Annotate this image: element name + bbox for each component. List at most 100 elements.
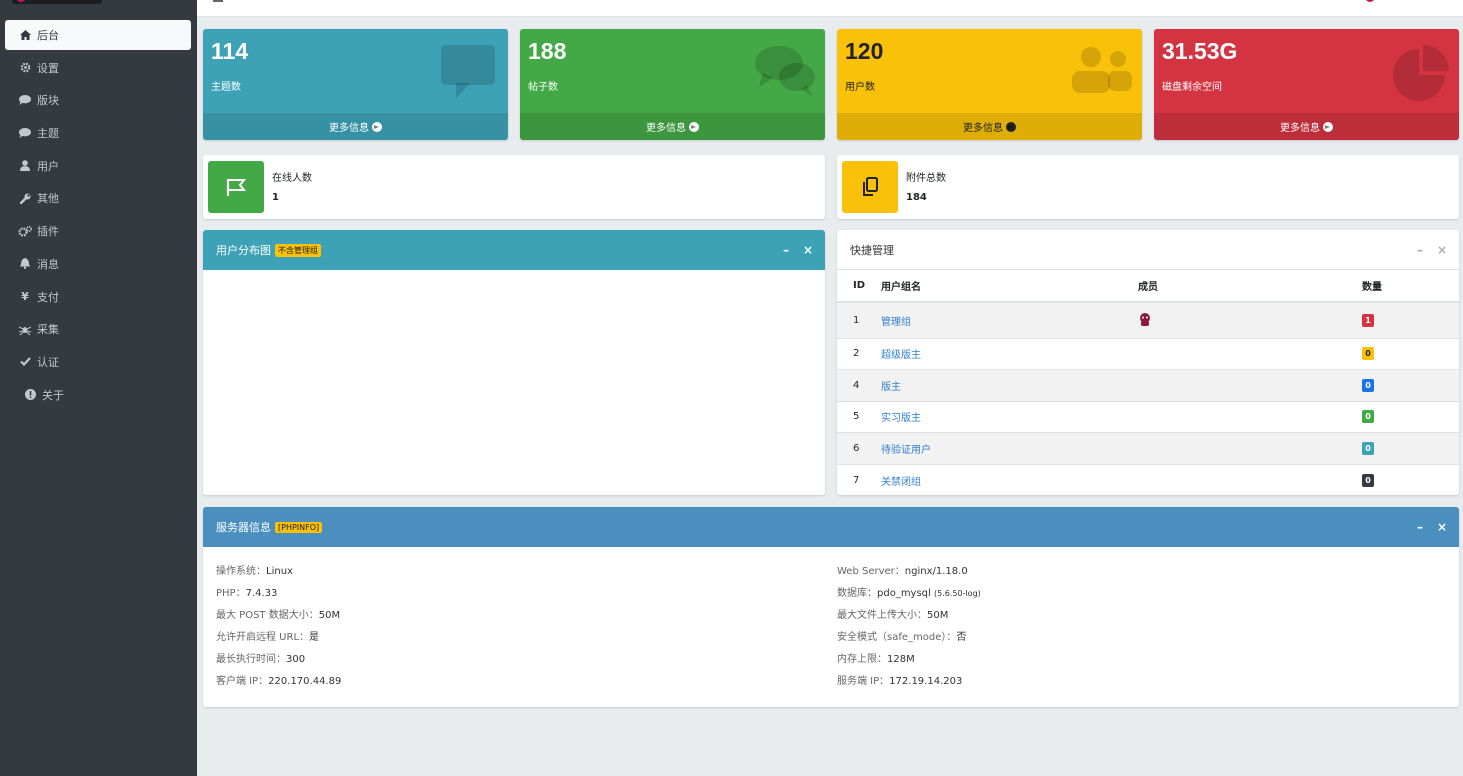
info-label: 附件总数 — [906, 173, 946, 184]
member-cell — [1138, 337, 1358, 370]
group-name-link[interactable]: 版主 — [881, 369, 1138, 401]
more-info-link[interactable]: 更多信息 — [837, 113, 1142, 140]
card-tools: – × — [783, 243, 813, 257]
sidebar-item-verify[interactable]: 认证 — [5, 347, 191, 377]
sidebar-item-label: 用户 — [37, 159, 59, 173]
stat-box-threads: 114 主题数 更多信息 — [203, 29, 508, 140]
sidebar-item-payment[interactable]: ¥ 支付 — [5, 282, 191, 312]
chart-area — [203, 270, 825, 495]
card-tools: – × — [1417, 520, 1447, 534]
group-name-link[interactable]: 待验证用户 — [881, 432, 1138, 464]
check-icon — [17, 357, 33, 367]
group-name-link[interactable]: 超级版主 — [881, 337, 1138, 370]
member-cell — [1138, 463, 1358, 495]
row-id: 5 — [837, 400, 881, 433]
info-box-online: 在线人数 1 — [203, 155, 825, 219]
more-info-link[interactable]: 更多信息 — [520, 113, 825, 140]
server-info-left: 操作系统：Linux PHP：7.4.33 最大 POST 数据大小：50M 允… — [216, 561, 341, 693]
more-info-label: 更多信息 — [646, 123, 686, 134]
user-avatar[interactable] — [1365, 0, 1375, 2]
column-header-id: ID — [837, 270, 881, 303]
close-icon[interactable]: × — [1437, 520, 1447, 534]
more-info-link[interactable]: 更多信息 — [1154, 113, 1459, 140]
info-row: 操作系统：Linux — [216, 566, 293, 577]
stat-label: 主题数 — [211, 82, 241, 93]
phpinfo-link[interactable]: [PHPINFO] — [275, 521, 323, 533]
stat-label: 磁盘剩余空间 — [1162, 82, 1222, 93]
info-row: Web Server：nginx/1.18.0 — [837, 566, 968, 577]
card-title: 服务器信息 — [216, 521, 271, 534]
sidebar-item-users[interactable]: 用户 — [5, 151, 191, 181]
yen-icon: ¥ — [21, 290, 29, 303]
sidebar-item-settings[interactable]: 设置 — [5, 53, 191, 83]
close-icon[interactable]: × — [1437, 243, 1447, 257]
table-row: 1 管理组 1 — [837, 301, 1459, 338]
sidebar-item-threads[interactable]: 主题 — [5, 118, 191, 148]
member-cell — [1138, 369, 1358, 401]
stat-value: 120 — [845, 38, 884, 64]
sidebar-item-collect[interactable]: 采集 — [5, 314, 191, 344]
table-row: 2 超级版主 0 — [837, 337, 1459, 370]
stat-value: 31.53G — [1162, 38, 1238, 64]
more-info-link[interactable]: 更多信息 — [203, 113, 508, 140]
more-info-label: 更多信息 — [963, 123, 1003, 134]
info-icon — [22, 389, 38, 401]
close-icon[interactable]: × — [803, 243, 813, 257]
info-row: 客户端 IP：220.170.44.89 — [216, 676, 342, 687]
group-name-link[interactable]: 管理组 — [881, 301, 1138, 338]
sidebar-item-messages[interactable]: 消息 — [5, 249, 191, 279]
info-box-attachments: 附件总数 184 — [837, 155, 1459, 219]
info-row: 允许开启远程 URL：是 — [216, 632, 320, 643]
brand[interactable] — [0, 0, 197, 6]
bell-icon — [17, 258, 33, 270]
pie-chart-icon — [1393, 45, 1449, 101]
table-row: 5 实习版主 0 — [837, 400, 1459, 433]
card-title: 快捷管理 — [850, 243, 894, 257]
info-row: 最大文件上传大小：50M — [837, 610, 949, 621]
count-badge: 0 — [1362, 378, 1374, 392]
count-badge: 0 — [1362, 473, 1374, 487]
info-row: 数据库：pdo_mysql (5.6.50-log) — [837, 588, 981, 599]
sidebar-item-dashboard[interactable]: 后台 — [5, 20, 191, 50]
collapse-icon[interactable]: – — [1417, 243, 1423, 257]
info-row: 最长执行时间：300 — [216, 654, 306, 665]
user-group-table: ID 用户组名 成员 数量 1 管理组 1 2 超级版主 0 4 版主 0 5 … — [837, 270, 1459, 495]
menu-toggle-icon[interactable] — [213, 0, 223, 2]
more-info-label: 更多信息 — [1280, 123, 1320, 134]
count-badge: 0 — [1362, 441, 1374, 455]
sidebar-item-plugins[interactable]: 插件 — [5, 216, 191, 246]
column-header-count: 数量 — [1358, 270, 1459, 303]
card-header: 服务器信息 [PHPINFO] – × — [203, 507, 1459, 547]
sidebar-item-other[interactable]: 其他 — [5, 183, 191, 213]
flag-icon — [208, 161, 264, 213]
user-distribution-card: 用户分布图 不含管理组 – × — [203, 230, 825, 495]
more-info-label: 更多信息 — [329, 123, 369, 134]
sidebar-item-label: 关于 — [42, 388, 64, 402]
home-icon — [17, 30, 33, 40]
sidebar-item-forums[interactable]: 版块 — [5, 85, 191, 115]
member-avatar[interactable] — [1138, 301, 1358, 338]
brand-logo — [12, 0, 102, 4]
arrow-circle-right-icon — [689, 121, 699, 132]
sidebar-item-about[interactable]: 关于 — [5, 380, 191, 410]
sidebar: 后台 设置 版块 主题 用户 其他 插件 消息 ¥ 支付 采集 认证 关于 — [0, 0, 197, 776]
group-name-link[interactable]: 关禁闭组 — [881, 463, 1138, 495]
stat-label: 用户数 — [845, 82, 875, 93]
comment-icon — [441, 45, 495, 99]
sidebar-item-label: 消息 — [37, 257, 59, 271]
comment-icon — [17, 128, 33, 139]
stat-box-disk: 31.53G 磁盘剩余空间 更多信息 — [1154, 29, 1459, 140]
sidebar-item-label: 认证 — [37, 355, 59, 369]
stat-value: 188 — [528, 38, 567, 64]
collapse-icon[interactable]: – — [1417, 520, 1423, 534]
row-id: 4 — [837, 369, 881, 401]
group-name-link[interactable]: 实习版主 — [881, 400, 1138, 433]
member-cell — [1138, 400, 1358, 433]
collapse-icon[interactable]: – — [783, 243, 789, 257]
info-value: 1 — [272, 192, 279, 203]
info-row: 内存上限：128M — [837, 654, 915, 665]
table-row: 4 版主 0 — [837, 369, 1459, 401]
sidebar-item-label: 其他 — [37, 192, 59, 206]
sidebar-item-label: 设置 — [37, 61, 59, 75]
stat-box-users: 120 用户数 更多信息 — [837, 29, 1142, 140]
